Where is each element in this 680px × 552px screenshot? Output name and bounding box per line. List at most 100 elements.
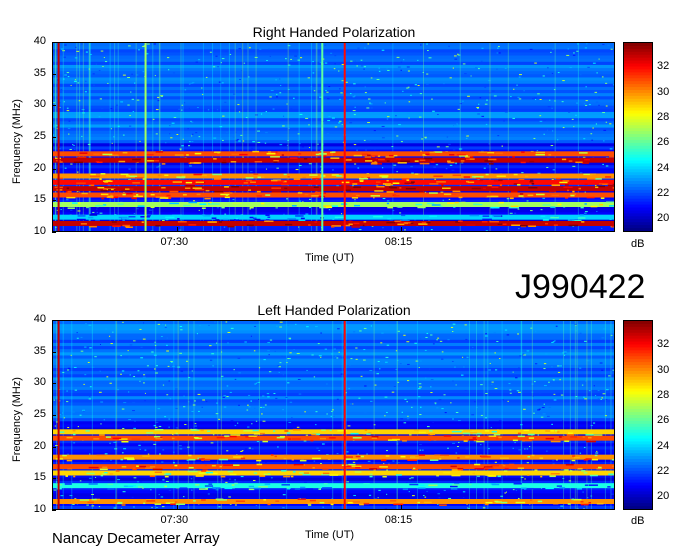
noise-speck bbox=[141, 440, 145, 442]
band-speck bbox=[353, 222, 360, 225]
band-speck bbox=[164, 174, 169, 177]
band-speck bbox=[137, 486, 143, 488]
noise-speck bbox=[356, 65, 358, 67]
band-speck bbox=[379, 466, 388, 468]
noise-speck bbox=[453, 125, 455, 127]
band-speck bbox=[298, 153, 302, 155]
colorbar-tick-label: 30 bbox=[657, 85, 670, 98]
noise-speck bbox=[586, 185, 588, 187]
noise-speck bbox=[221, 139, 224, 141]
band-speck bbox=[451, 430, 462, 433]
noise-speck bbox=[518, 98, 522, 100]
band-speck bbox=[113, 192, 121, 194]
band-speck bbox=[528, 187, 538, 189]
band-speck bbox=[99, 468, 108, 471]
y-tick-mark bbox=[52, 168, 56, 170]
band-speck bbox=[482, 215, 490, 217]
noise-speck bbox=[400, 61, 403, 63]
band-speck bbox=[553, 224, 558, 226]
noise-speck bbox=[172, 72, 176, 74]
band-speck bbox=[146, 432, 154, 434]
band-speck bbox=[491, 483, 500, 486]
noise-speck bbox=[199, 219, 202, 221]
noise-speck bbox=[77, 82, 80, 84]
noise-speck bbox=[289, 401, 293, 403]
noise-speck bbox=[385, 450, 388, 452]
noise-speck bbox=[150, 489, 152, 491]
band-speck bbox=[263, 499, 267, 501]
band-speck bbox=[386, 202, 390, 205]
noise-speck bbox=[168, 69, 170, 71]
noise-speck bbox=[607, 44, 610, 46]
noise-speck bbox=[283, 115, 285, 117]
y-tick-mark bbox=[52, 73, 56, 75]
noise-speck bbox=[377, 361, 380, 363]
noise-speck bbox=[551, 48, 554, 50]
band-speck bbox=[430, 161, 435, 163]
noise-speck bbox=[54, 425, 56, 427]
top-colorbar bbox=[623, 42, 653, 232]
band-speck bbox=[319, 437, 326, 440]
noise-speck bbox=[557, 371, 561, 373]
noise-speck bbox=[129, 374, 131, 376]
spectrogram-canvas bbox=[53, 43, 614, 231]
noise-speck bbox=[67, 76, 70, 78]
band-speck bbox=[223, 464, 234, 466]
noise-speck bbox=[147, 50, 149, 52]
band-speck bbox=[429, 192, 438, 194]
band-speck bbox=[187, 470, 198, 473]
band-speck bbox=[107, 189, 111, 191]
band-speck bbox=[567, 219, 575, 221]
band-speck bbox=[566, 189, 570, 192]
noise-speck bbox=[275, 79, 277, 81]
vertical-burst-line bbox=[343, 43, 346, 231]
band-speck bbox=[527, 474, 530, 476]
noise-speck bbox=[547, 482, 550, 484]
noise-speck bbox=[202, 399, 206, 401]
faint-streak bbox=[531, 321, 533, 509]
noise-speck bbox=[389, 219, 393, 221]
noise-speck bbox=[216, 109, 219, 111]
noise-speck bbox=[326, 383, 328, 385]
noise-speck bbox=[504, 111, 508, 113]
noise-speck bbox=[462, 63, 466, 65]
faint-streak bbox=[520, 321, 522, 509]
colorbar-tick-label: 28 bbox=[657, 111, 670, 123]
band-speck bbox=[569, 470, 573, 472]
noise-speck bbox=[207, 109, 210, 111]
noise-speck bbox=[437, 337, 440, 339]
band-speck bbox=[366, 433, 371, 435]
band-speck bbox=[239, 153, 248, 156]
noise-speck bbox=[88, 395, 91, 397]
band-speck bbox=[137, 205, 146, 207]
noise-speck bbox=[551, 366, 553, 368]
band-speck bbox=[490, 195, 499, 198]
band-speck bbox=[488, 475, 497, 477]
noise-speck bbox=[64, 74, 68, 76]
noise-speck bbox=[100, 401, 104, 403]
noise-speck bbox=[133, 477, 137, 479]
faint-streak bbox=[610, 321, 612, 509]
band-speck bbox=[314, 221, 318, 223]
noise-speck bbox=[560, 394, 564, 396]
noise-speck bbox=[288, 422, 292, 424]
band-speck bbox=[318, 488, 322, 490]
band-speck bbox=[609, 205, 614, 207]
noise-speck bbox=[448, 45, 450, 47]
noise-speck bbox=[550, 145, 554, 147]
band-speck bbox=[155, 193, 162, 195]
band-speck bbox=[135, 220, 138, 223]
noise-speck bbox=[382, 198, 386, 200]
noise-speck bbox=[512, 489, 515, 491]
band-speck bbox=[363, 502, 370, 505]
band-speck bbox=[91, 498, 97, 501]
noise-speck bbox=[63, 101, 65, 103]
noise-speck bbox=[529, 48, 533, 50]
noise-speck bbox=[425, 377, 427, 379]
band-speck bbox=[300, 217, 305, 220]
band-speck bbox=[612, 183, 614, 186]
noise-speck bbox=[400, 69, 402, 71]
noise-speck bbox=[378, 67, 380, 69]
noise-speck bbox=[406, 341, 410, 343]
noise-speck bbox=[261, 413, 263, 415]
